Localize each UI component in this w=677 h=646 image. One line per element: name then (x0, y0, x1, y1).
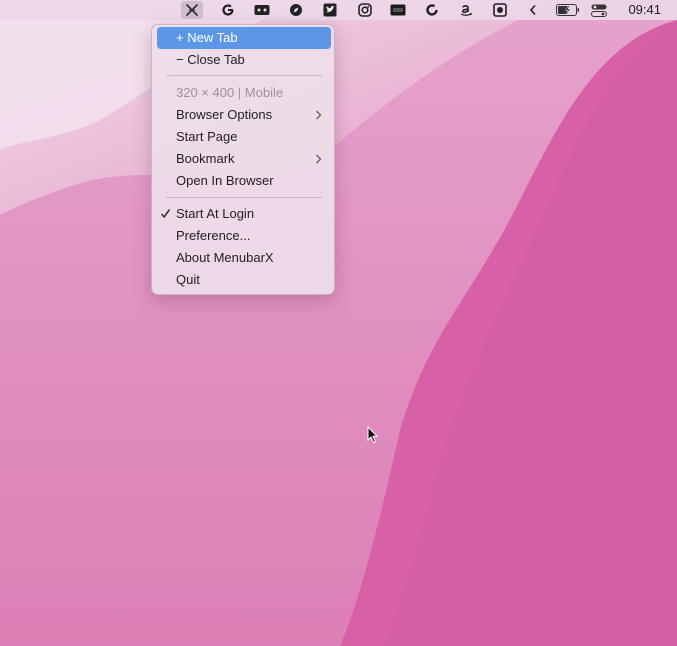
menu-item-new-tab[interactable]: + New Tab (157, 27, 331, 49)
browser-options-label: Browser Options (176, 107, 273, 122)
desktop-wallpaper (0, 0, 677, 646)
start-at-login-label: Start At Login (176, 206, 255, 221)
quit-label: Quit (176, 272, 200, 287)
menu-separator (166, 197, 322, 198)
start-page-label: Start Page (176, 129, 238, 144)
menu-item-bookmark[interactable]: Bookmark (157, 148, 331, 170)
chevron-left-icon[interactable] (522, 1, 544, 19)
checkmark-icon (160, 209, 171, 219)
google-icon[interactable] (217, 1, 239, 19)
gamepad-icon[interactable] (251, 1, 273, 19)
refresh-icon[interactable] (421, 1, 443, 19)
menu-item-start-page[interactable]: Start Page (157, 126, 331, 148)
close-tab-label: − Close Tab (176, 52, 245, 67)
mouse-cursor-icon (367, 426, 379, 444)
battery-icon[interactable] (554, 1, 582, 19)
menubarx-dropdown-menu: + New Tab − Close Tab 320 × 400 | Mobile… (151, 24, 335, 295)
menu-item-close-tab[interactable]: − Close Tab (157, 49, 331, 71)
menu-item-size-info: 320 × 400 | Mobile (157, 82, 331, 104)
settings-icon[interactable] (489, 1, 511, 19)
menu-separator (166, 75, 322, 76)
menu-item-quit[interactable]: Quit (157, 269, 331, 291)
menu-item-start-at-login[interactable]: Start At Login (157, 203, 331, 225)
compass-icon[interactable] (285, 1, 307, 19)
menu-item-open-in-browser[interactable]: Open In Browser (157, 170, 331, 192)
twitter-icon[interactable] (319, 1, 341, 19)
open-in-browser-label: Open In Browser (176, 173, 274, 188)
menu-item-preference[interactable]: Preference... (157, 225, 331, 247)
menu-item-about[interactable]: About MenubarX (157, 247, 331, 269)
imdb-icon[interactable] (387, 1, 409, 19)
menu-item-browser-options[interactable]: Browser Options (157, 104, 331, 126)
control-center-icon[interactable] (588, 1, 610, 19)
chevron-right-icon (316, 110, 322, 120)
preference-label: Preference... (176, 228, 251, 243)
amazon-icon[interactable] (455, 1, 477, 19)
menubarx-icon[interactable] (181, 1, 203, 19)
new-tab-label: + New Tab (176, 30, 238, 45)
instagram-icon[interactable] (354, 1, 376, 19)
chevron-right-icon (316, 154, 322, 164)
size-info-label: 320 × 400 | Mobile (176, 85, 284, 100)
menubar-clock[interactable]: 09:41 (628, 2, 661, 18)
menubar: 09:41 (0, 0, 677, 20)
bookmark-label: Bookmark (176, 151, 235, 166)
about-label: About MenubarX (176, 250, 274, 265)
